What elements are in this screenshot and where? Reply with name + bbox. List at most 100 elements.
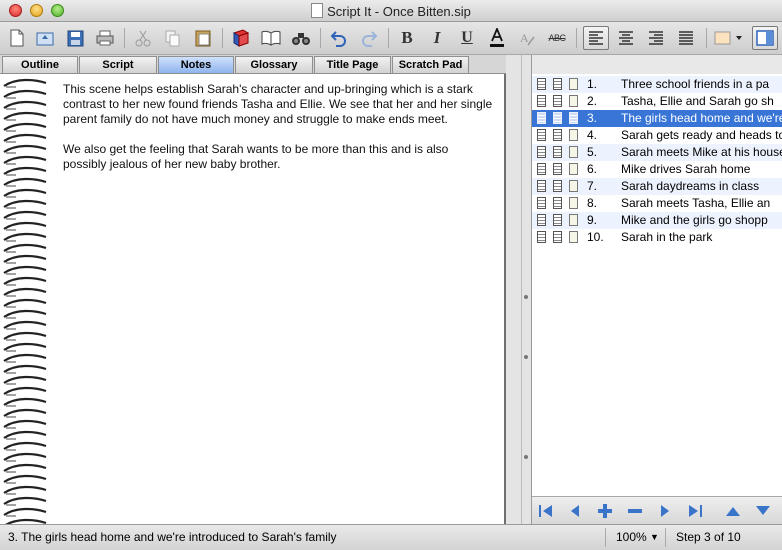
scene-script-icon[interactable] [553, 112, 562, 124]
divider-grip[interactable] [524, 355, 528, 359]
scene-notes-icon[interactable] [569, 95, 578, 107]
scene-outline-icon[interactable] [537, 78, 546, 90]
notes-paragraph: We also get the feeling that Sarah wants… [63, 142, 449, 171]
scene-outline-icon[interactable] [537, 197, 546, 209]
remove-scene-icon[interactable] [624, 502, 646, 520]
step-indicator: Step 3 of 10 [665, 528, 741, 547]
scene-outline-icon[interactable] [537, 231, 546, 243]
align-left-icon[interactable] [583, 26, 609, 50]
italic-icon[interactable]: I [424, 26, 450, 50]
spiral-coil [3, 210, 47, 219]
scene-row[interactable]: 8. Sarah meets Tasha, Ellie an [532, 195, 782, 212]
scene-number: 9. [587, 213, 598, 227]
scene-notes-icon[interactable] [569, 231, 578, 243]
underline-icon[interactable]: U [454, 26, 480, 50]
scene-script-icon[interactable] [553, 78, 562, 90]
scene-row[interactable]: 1. Three school friends in a pa [532, 76, 782, 93]
previous-scene-icon[interactable] [564, 502, 586, 520]
scene-notes-icon[interactable] [569, 180, 578, 192]
scene-outline-icon[interactable] [537, 163, 546, 175]
scene-outline-icon[interactable] [537, 95, 546, 107]
scene-script-icon[interactable] [553, 197, 562, 209]
scene-row[interactable]: 3. The girls head home and we're in [532, 110, 782, 127]
save-icon[interactable] [62, 26, 88, 50]
divider-grip[interactable] [524, 455, 528, 459]
open-icon[interactable] [32, 26, 58, 50]
scene-notes-icon[interactable] [569, 146, 578, 158]
scene-title: Mike and the girls go shopp [621, 213, 768, 227]
tab-notes[interactable]: Notes [158, 56, 234, 73]
divider-track [512, 55, 522, 524]
scene-outline-icon[interactable] [537, 180, 546, 192]
scene-title: Mike drives Sarah home [621, 162, 751, 176]
document-proxy-icon[interactable] [311, 3, 324, 18]
toolbar: B I U A ABC [0, 22, 782, 55]
spiral-coil [3, 353, 47, 362]
tab-glossary[interactable]: Glossary [235, 56, 313, 73]
undo-icon[interactable] [326, 26, 352, 50]
divider-grip[interactable] [524, 295, 528, 299]
tab-scratch-pad[interactable]: Scratch Pad [392, 56, 469, 73]
justify-icon[interactable] [673, 26, 699, 50]
scene-script-icon[interactable] [553, 163, 562, 175]
strikethrough-icon[interactable]: ABC [544, 26, 570, 50]
tab-title-page[interactable]: Title Page [314, 56, 391, 73]
new-document-icon[interactable] [4, 26, 30, 50]
scene-script-icon[interactable] [553, 214, 562, 226]
scene-outline-icon[interactable] [537, 112, 546, 124]
scene-notes-icon[interactable] [569, 112, 578, 124]
scene-script-icon[interactable] [553, 180, 562, 192]
split-divider[interactable] [506, 55, 532, 524]
binoculars-icon[interactable] [288, 26, 314, 50]
print-icon[interactable] [92, 26, 118, 50]
add-scene-icon[interactable] [594, 502, 616, 520]
scene-row[interactable]: 9. Mike and the girls go shopp [532, 212, 782, 229]
scene-notes-icon[interactable] [569, 129, 578, 141]
spiral-coil [3, 287, 47, 296]
cut-icon[interactable] [130, 26, 156, 50]
scene-script-icon[interactable] [553, 95, 562, 107]
notes-text-area[interactable]: This scene helps establish Sarah's chara… [63, 82, 495, 187]
scene-notes-icon[interactable] [569, 78, 578, 90]
scene-row[interactable]: 10. Sarah in the park [532, 229, 782, 246]
spiral-binding [3, 78, 47, 524]
next-scene-icon[interactable] [654, 502, 676, 520]
zoom-select[interactable]: 100% ▼ [605, 528, 662, 547]
highlight-color-icon[interactable] [712, 26, 746, 50]
book-icon[interactable] [258, 26, 284, 50]
copy-icon[interactable] [160, 26, 186, 50]
spiral-coil [3, 166, 47, 175]
scene-outline-icon[interactable] [537, 146, 546, 158]
scene-notes-icon[interactable] [569, 214, 578, 226]
move-up-icon[interactable] [722, 502, 744, 520]
scene-row[interactable]: 7. Sarah daydreams in class [532, 178, 782, 195]
first-scene-icon[interactable] [535, 502, 557, 520]
bold-icon[interactable]: B [394, 26, 420, 50]
scene-script-icon[interactable] [553, 231, 562, 243]
scene-notes-icon[interactable] [569, 163, 578, 175]
align-right-icon[interactable] [643, 26, 669, 50]
font-color-icon[interactable] [484, 26, 510, 50]
scene-outline-icon[interactable] [537, 214, 546, 226]
clear-format-icon[interactable]: A [514, 26, 540, 50]
scene-notes-icon[interactable] [569, 197, 578, 209]
last-scene-icon[interactable] [684, 502, 706, 520]
redo-icon[interactable] [356, 26, 382, 50]
move-down-icon[interactable] [752, 502, 774, 520]
align-center-icon[interactable] [613, 26, 639, 50]
notes-pane[interactable]: This scene helps establish Sarah's chara… [0, 74, 506, 524]
paste-icon[interactable] [190, 26, 216, 50]
scene-outline-icon[interactable] [537, 129, 546, 141]
scene-row[interactable]: 5. Sarah meets Mike at his house pa [532, 144, 782, 161]
scene-script-icon[interactable] [553, 146, 562, 158]
toggle-sidebar-icon[interactable] [752, 26, 778, 50]
spiral-coil [3, 397, 47, 406]
scene-row[interactable]: 2. Tasha, Ellie and Sarah go sh [532, 93, 782, 110]
scene-title: Sarah daydreams in class [621, 179, 760, 193]
scene-row[interactable]: 6. Mike drives Sarah home [532, 161, 782, 178]
scene-row[interactable]: 4. Sarah gets ready and heads to pa [532, 127, 782, 144]
tab-outline[interactable]: Outline [2, 56, 78, 73]
scene-script-icon[interactable] [553, 129, 562, 141]
book-red-icon[interactable] [228, 26, 254, 50]
tab-script[interactable]: Script [79, 56, 157, 73]
